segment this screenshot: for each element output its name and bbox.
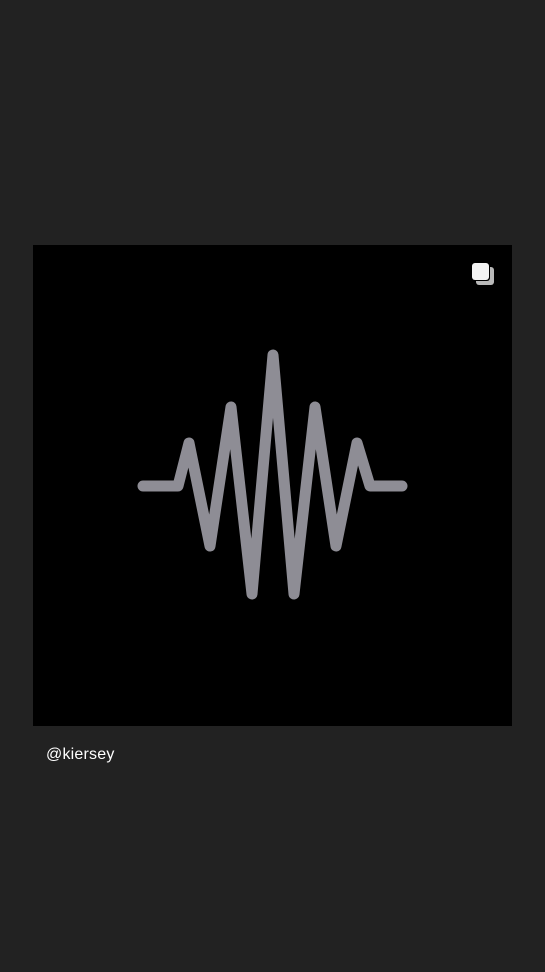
multiple-images-icon[interactable] bbox=[472, 263, 496, 287]
author-handle[interactable]: @kiersey bbox=[46, 746, 115, 764]
multiple-images-icon-front bbox=[472, 263, 489, 280]
post-media[interactable] bbox=[33, 245, 512, 726]
post-screen: @kiersey bbox=[0, 0, 545, 972]
sound-wave-icon bbox=[137, 349, 408, 600]
